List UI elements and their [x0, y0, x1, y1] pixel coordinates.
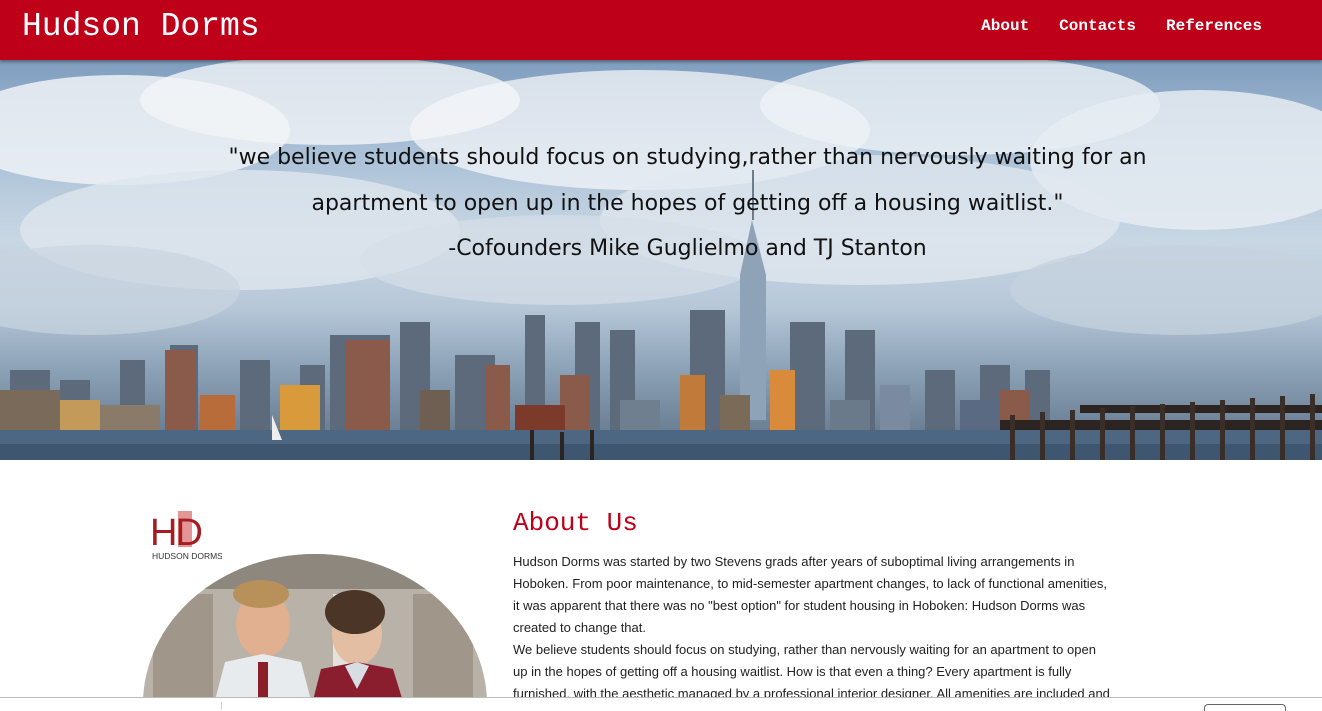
top-navbar: Hudson Dorms About Contacts References [0, 0, 1322, 60]
about-paragraph-1: Hudson Dorms was started by two Stevens … [513, 554, 1107, 635]
about-us-heading: About Us [513, 508, 638, 538]
logo-letters: HD [150, 512, 201, 554]
nav-links: About Contacts References [981, 17, 1262, 35]
hero-quote: "we believe students should focus on stu… [228, 145, 1147, 216]
about-us-body: Hudson Dorms was started by two Stevens … [513, 551, 1113, 705]
nav-link-references[interactable]: References [1166, 17, 1262, 35]
hero-banner: "we believe students should focus on stu… [0, 60, 1322, 460]
founders-photo [143, 554, 488, 708]
nav-link-about[interactable]: About [981, 17, 1029, 35]
bottom-footer-bar [0, 697, 1322, 711]
brand-link[interactable]: Hudson Dorms [22, 7, 260, 47]
nav-link-contacts[interactable]: Contacts [1059, 17, 1136, 35]
founders-photo-image [143, 554, 487, 708]
about-paragraph-2: We believe students should focus on stud… [513, 642, 1110, 701]
hero-quote-author: -Cofounders Mike Guglielmo and TJ Stanto… [448, 236, 927, 261]
